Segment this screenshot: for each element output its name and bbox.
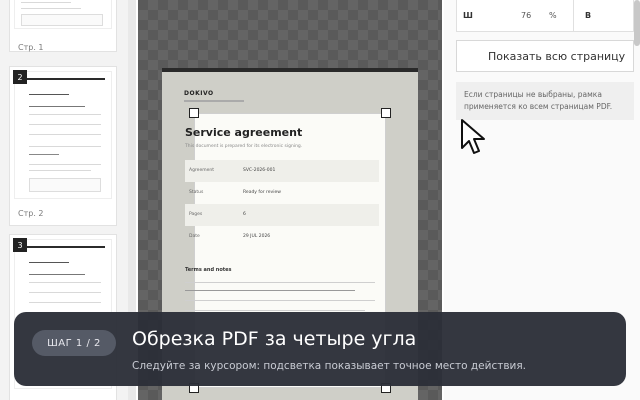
terms-heading: Terms and notes: [185, 267, 232, 273]
row-key: Date: [189, 234, 200, 239]
page-header-bar: [162, 68, 418, 72]
field-divider: [573, 0, 574, 32]
document-subtitle: This document is prepared for its electr…: [185, 144, 303, 149]
brand-tagline-line: [184, 100, 244, 102]
row-value: SVC-2026-001: [243, 168, 276, 173]
text-line: [185, 282, 375, 283]
thumbnail-number-badge: 3: [13, 238, 27, 252]
mouse-cursor-icon: [461, 119, 485, 154]
text-line: [185, 290, 355, 291]
banner-title: Обрезка PDF за четыре угла: [132, 328, 417, 350]
settings-scrollbar[interactable]: [634, 0, 640, 46]
width-input[interactable]: 76: [521, 11, 531, 20]
height-label: В: [585, 11, 592, 20]
table-row: Status Ready for review: [185, 182, 379, 204]
banner-subtitle: Следуйте за курсором: подсветка показыва…: [132, 360, 527, 372]
text-line: [185, 310, 365, 311]
row-value: 29 JUL 2026: [243, 234, 271, 239]
row-key: Agreement: [189, 168, 214, 173]
thumbnail-label: Стр. 1: [18, 43, 44, 52]
tutorial-banner: ШАГ 1 / 2 Обрезка PDF за четыре угла Сле…: [14, 312, 626, 386]
show-all-page-button[interactable]: Показать всю страницу: [456, 40, 634, 72]
crop-size-fields: Ш 76 % В: [456, 0, 634, 32]
table-row: Date 29 JUL 2026: [185, 226, 379, 248]
row-key: Status: [189, 190, 204, 195]
table-row: Pages 6: [185, 204, 379, 226]
thumbnail-preview: [14, 0, 112, 29]
thumbnail-page-1[interactable]: Стр. 1: [9, 0, 117, 52]
crop-hint-text: Если страницы не выбраны, рамка применяе…: [456, 82, 634, 120]
row-value: Ready for review: [243, 190, 281, 195]
crop-handle-top-right[interactable]: [381, 108, 391, 118]
thumbnail-number-badge: 2: [13, 70, 27, 84]
thumbnail-page-2[interactable]: 2 Стр. 2: [9, 66, 117, 226]
document-brand: DOKIVO: [184, 90, 214, 97]
step-badge: ШАГ 1 / 2: [32, 330, 116, 356]
width-label: Ш: [463, 11, 473, 20]
thumbnail-preview: [14, 71, 112, 199]
row-value: 6: [243, 212, 246, 217]
document-title: Service agreement: [185, 126, 303, 139]
text-line: [185, 300, 375, 301]
thumbnail-label: Стр. 2: [18, 209, 44, 218]
crop-handle-top-left[interactable]: [189, 108, 199, 118]
width-unit: %: [549, 11, 557, 20]
row-key: Pages: [189, 212, 203, 217]
table-row: Agreement SVC-2026-001: [185, 160, 379, 182]
